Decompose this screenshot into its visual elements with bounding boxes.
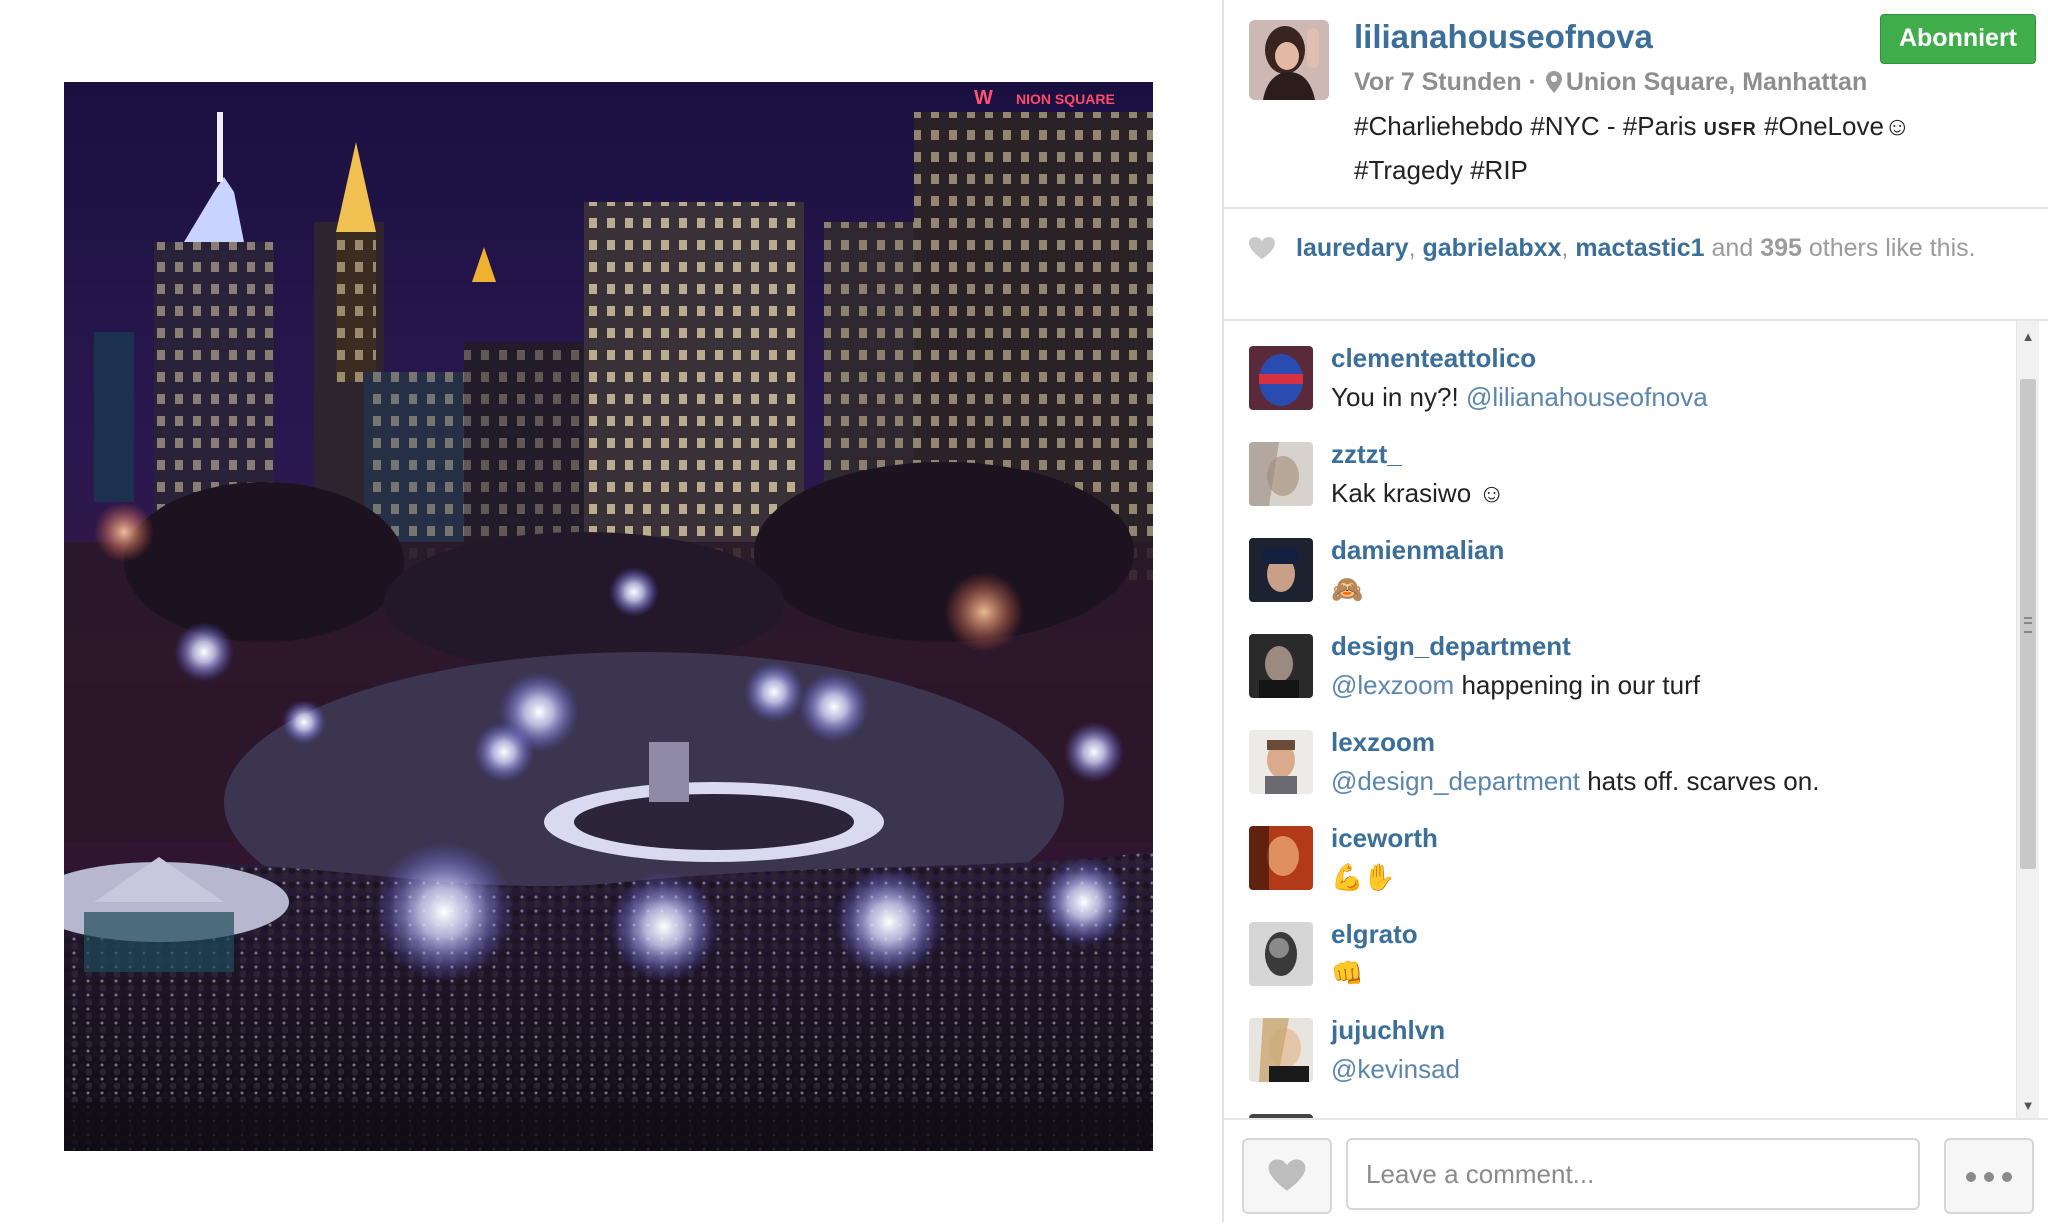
mention-link[interactable]: @lexzoom bbox=[1331, 670, 1454, 700]
commenter-username[interactable]: zztzt_ bbox=[1331, 439, 1402, 470]
commenter-username[interactable]: elgrato bbox=[1331, 919, 1418, 950]
avatar-image bbox=[1249, 922, 1313, 986]
scroll-thumb[interactable] bbox=[2020, 379, 2036, 869]
commenter-avatar[interactable] bbox=[1249, 538, 1313, 602]
avatar-image bbox=[1249, 634, 1313, 698]
more-options-button[interactable] bbox=[1944, 1138, 2034, 1214]
commenter-username[interactable]: iceworth bbox=[1331, 823, 1438, 854]
commenter-avatar[interactable] bbox=[1249, 922, 1313, 986]
comments-list: clementeattolico You in ny?! @lilianahou… bbox=[1224, 321, 2048, 1118]
commenter-avatar[interactable] bbox=[1249, 442, 1313, 506]
heart-icon bbox=[1268, 1159, 1306, 1191]
comment-item: jujuchlvn @kevinsad bbox=[1249, 993, 1989, 1089]
avatar-image bbox=[1249, 346, 1313, 410]
likes-count[interactable]: 395 bbox=[1760, 234, 1802, 262]
comment-item: elgrato 👊 bbox=[1249, 897, 1989, 993]
commenter-avatar[interactable] bbox=[1249, 730, 1313, 794]
comment-text: @lexzoom happening in our turf bbox=[1331, 670, 1700, 700]
commenter-avatar[interactable] bbox=[1249, 1018, 1313, 1082]
comment-text: 🙈 bbox=[1331, 574, 1364, 604]
caption-text-end: #OneLove☺ bbox=[1756, 111, 1911, 141]
avatar-image bbox=[1249, 1018, 1313, 1082]
caption-text: #Charliehebdo #NYC - #Paris bbox=[1354, 111, 1704, 141]
post-footer bbox=[1224, 1118, 2048, 1224]
avatar-image bbox=[1249, 442, 1313, 506]
commenter-avatar[interactable] bbox=[1249, 346, 1313, 410]
comment-text: @design_department hats off. scarves on. bbox=[1331, 766, 1820, 796]
like-button[interactable] bbox=[1242, 1138, 1332, 1214]
likes-text: lauredary, gabrielabxx, mactastic1 and 3… bbox=[1296, 234, 1976, 262]
liker-link[interactable]: lauredary bbox=[1296, 234, 1409, 262]
post-time: Vor 7 Stunden · bbox=[1354, 68, 1537, 96]
comment-item bbox=[1249, 1089, 1989, 1118]
post-header: lilianahouseofnova Abonniert Vor 7 Stund… bbox=[1224, 0, 2048, 209]
post-caption: #Charliehebdo #NYC - #Paris USFR #OneLov… bbox=[1354, 106, 2014, 191]
liker-link[interactable]: mactastic1 bbox=[1575, 234, 1704, 262]
avatar-image bbox=[1249, 20, 1329, 100]
mention-link[interactable]: @lilianahouseofnova bbox=[1466, 382, 1708, 412]
post-username[interactable]: lilianahouseofnova bbox=[1354, 18, 1653, 56]
more-options-icon bbox=[1966, 1172, 1976, 1182]
comment-text: 👊 bbox=[1331, 958, 1364, 988]
union-square-night-photo: W NION SQUARE bbox=[64, 82, 1153, 1151]
comment-text: You in ny?! @lilianahouseofnova bbox=[1331, 382, 1708, 412]
commenter-username[interactable]: lexzoom bbox=[1331, 727, 1435, 758]
caption-tags: #Tragedy #RIP bbox=[1354, 155, 1528, 185]
comment-item: iceworth 💪✋ bbox=[1249, 801, 1989, 897]
commenter-username[interactable]: clementeattolico bbox=[1331, 343, 1536, 374]
commenter-avatar[interactable] bbox=[1249, 634, 1313, 698]
liker-link[interactable]: gabrielabxx bbox=[1422, 234, 1561, 262]
post-meta: Vor 7 Stunden · Union Square, Manhattan bbox=[1354, 68, 1867, 97]
scroll-down-icon[interactable]: ▼ bbox=[2017, 1098, 2039, 1114]
commenter-avatar[interactable] bbox=[1249, 826, 1313, 890]
more-options-dot bbox=[2002, 1172, 2012, 1182]
more-options-dot bbox=[1984, 1172, 1994, 1182]
scroll-grip-icon bbox=[2024, 617, 2032, 633]
caption-flags: USFR bbox=[1703, 119, 1757, 139]
comment-item: lexzoom @design_department hats off. sca… bbox=[1249, 705, 1989, 801]
mention-link[interactable]: @design_department bbox=[1331, 766, 1580, 796]
avatar-image bbox=[1249, 538, 1313, 602]
comments-scrollbar-track[interactable]: ▲ ▼ bbox=[2016, 321, 2039, 1118]
comment-item: clementeattolico You in ny?! @lilianahou… bbox=[1249, 321, 1989, 417]
commenter-username[interactable]: jujuchlvn bbox=[1331, 1015, 1445, 1046]
follow-button[interactable]: Abonniert bbox=[1880, 14, 2036, 64]
commenter-username[interactable]: damienmalian bbox=[1331, 535, 1504, 566]
photo-sign-text: NION SQUARE bbox=[1016, 91, 1115, 107]
post-details-panel: lilianahouseofnova Abonniert Vor 7 Stund… bbox=[1222, 0, 2048, 1222]
comment-item: design_department @lexzoom happening in … bbox=[1249, 609, 1989, 705]
avatar-image bbox=[1249, 826, 1313, 890]
comment-input[interactable] bbox=[1346, 1138, 1920, 1210]
photo-sign-logo: W bbox=[974, 87, 993, 109]
location-pin-icon bbox=[1545, 71, 1562, 93]
mention-link[interactable]: @kevinsad bbox=[1331, 1054, 1460, 1084]
post-photo: W NION SQUARE bbox=[64, 82, 1153, 1151]
comment-text: @kevinsad bbox=[1331, 1054, 1460, 1085]
comment-item: zztzt_ Kak krasiwo ☺ bbox=[1249, 417, 1989, 513]
post-location[interactable]: Union Square, Manhattan bbox=[1566, 68, 1867, 96]
commenter-username[interactable]: design_department bbox=[1331, 631, 1571, 662]
comment-text: 💪✋ bbox=[1331, 862, 1396, 892]
likes-section bbox=[1224, 209, 2048, 321]
comment-item: damienmalian 🙈 bbox=[1249, 513, 1989, 609]
scroll-up-icon[interactable]: ▲ bbox=[2017, 329, 2039, 345]
avatar[interactable] bbox=[1249, 20, 1329, 100]
avatar-image bbox=[1249, 730, 1313, 794]
heart-icon bbox=[1249, 237, 1275, 259]
comment-text: Kak krasiwo ☺ bbox=[1331, 478, 1505, 508]
